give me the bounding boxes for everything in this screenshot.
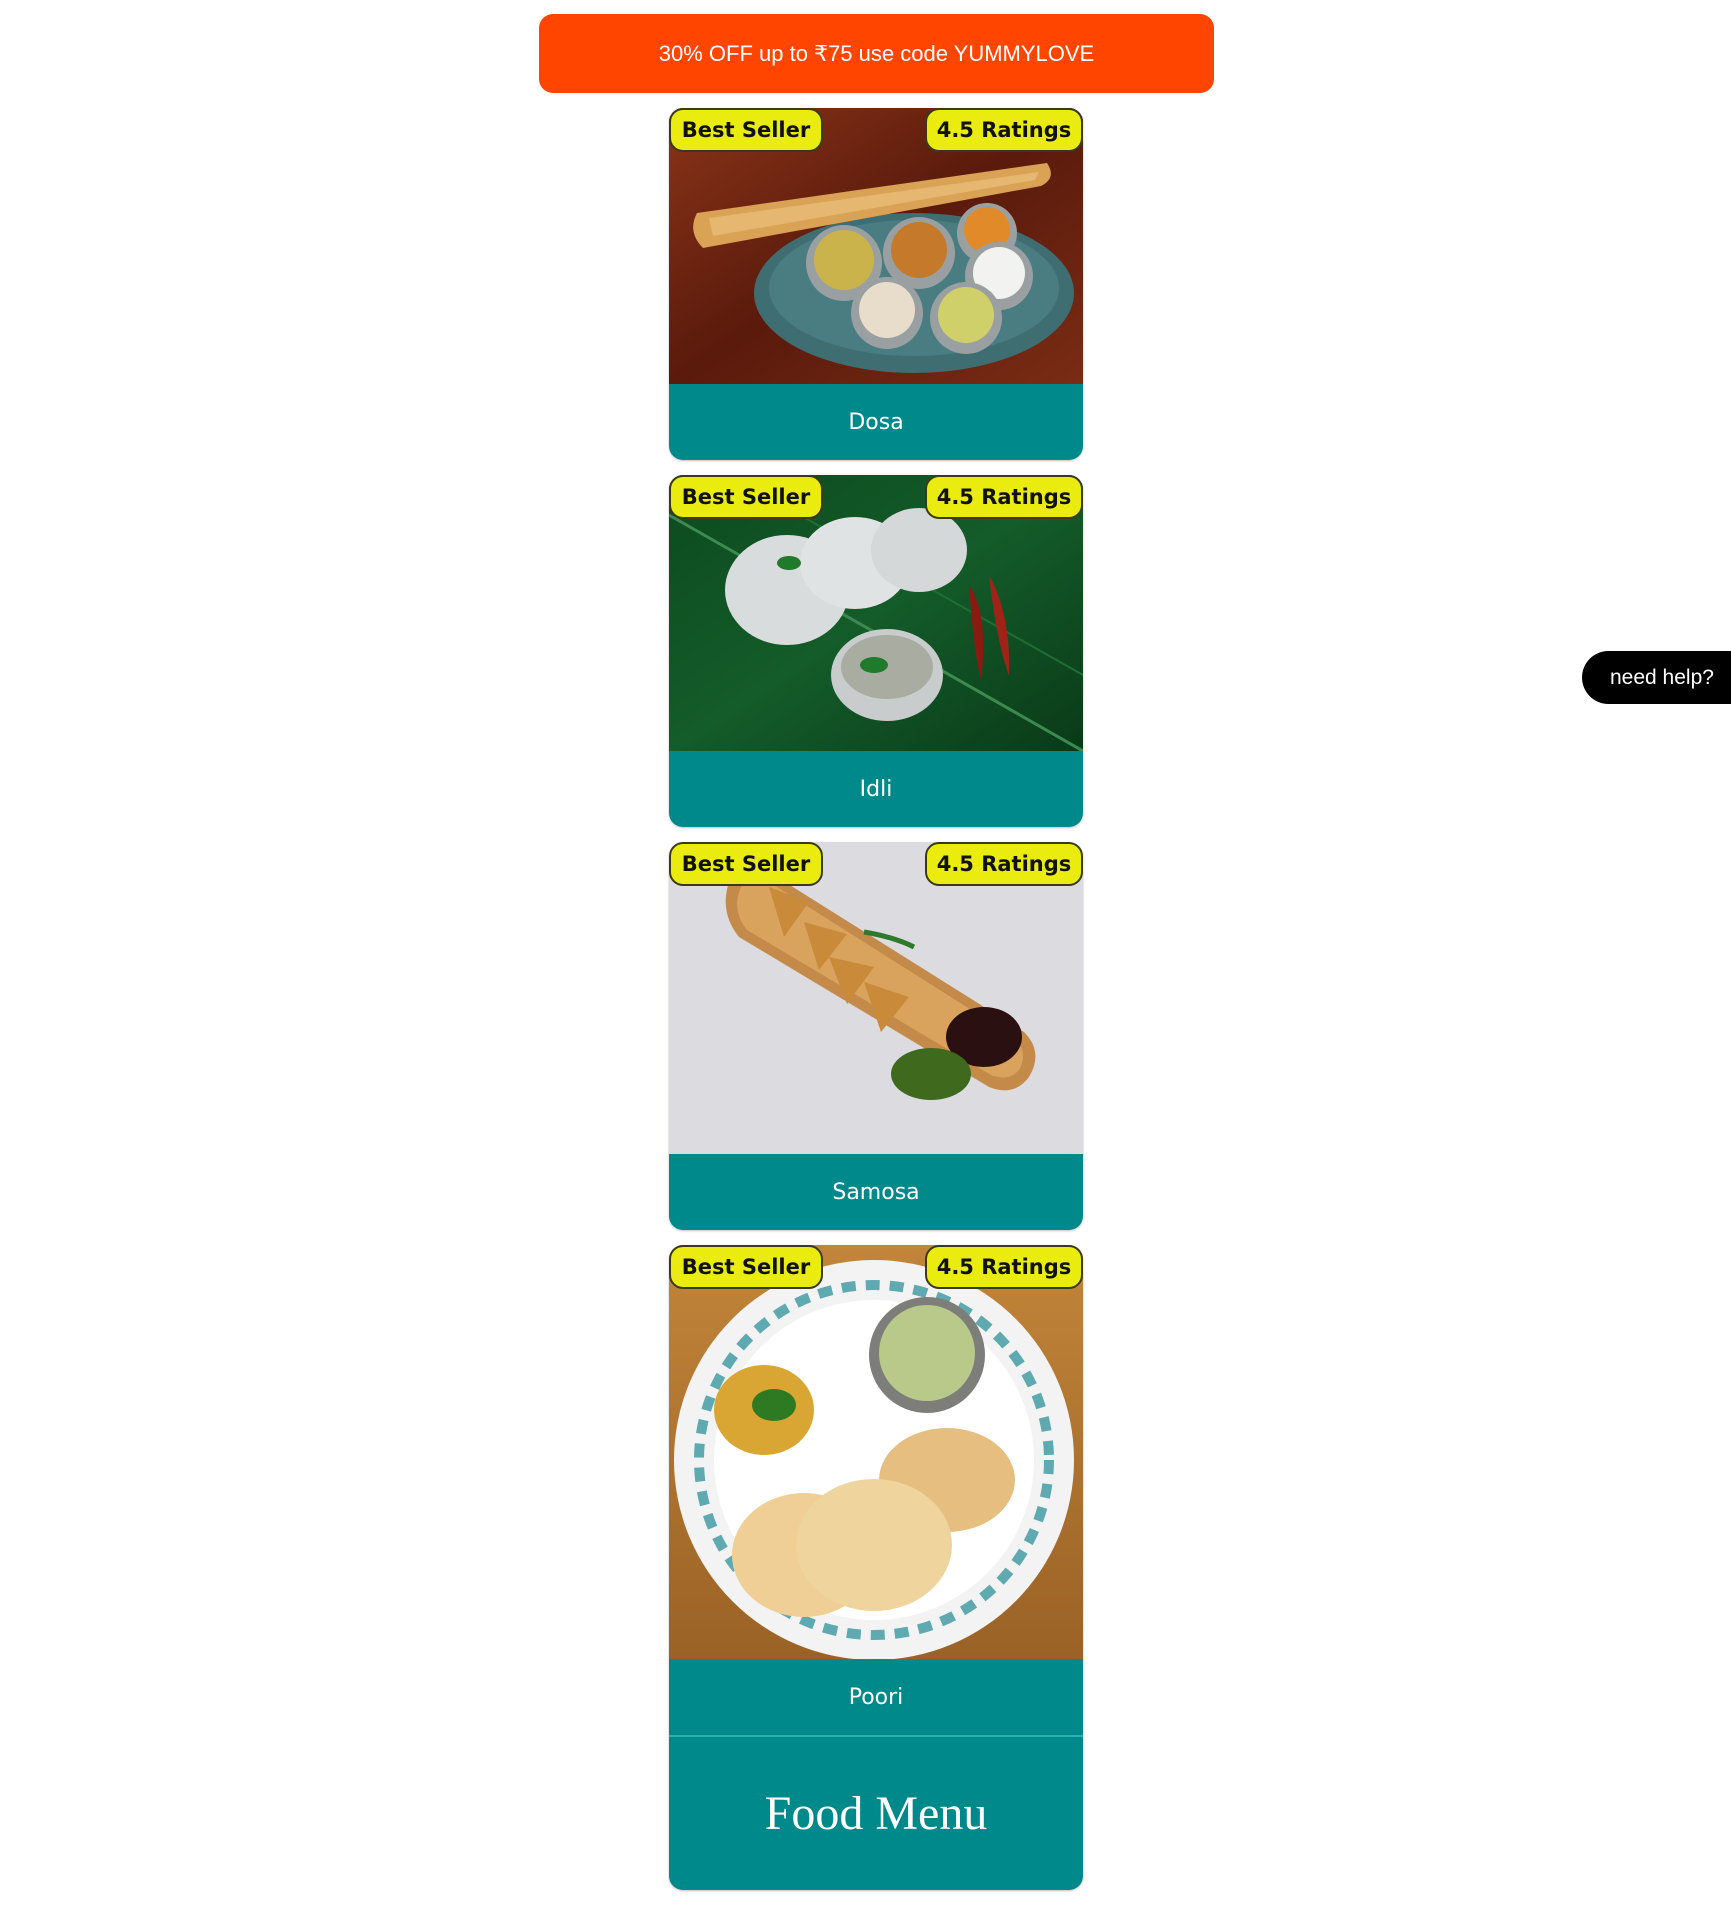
best-seller-badge: Best Seller	[669, 475, 823, 519]
food-menu-title: Food Menu	[764, 1786, 988, 1840]
best-seller-badge: Best Seller	[669, 108, 823, 152]
promo-banner[interactable]: 30% OFF up to ₹75 use code YUMMYLOVE	[539, 14, 1214, 93]
poori-image	[669, 1245, 1083, 1659]
rating-badge: 4.5 Ratings	[925, 475, 1083, 519]
food-name: Samosa	[832, 1179, 920, 1205]
promo-text: 30% OFF up to ₹75 use code YUMMYLOVE	[658, 40, 1095, 66]
food-name: Idli	[859, 776, 893, 802]
need-help-label: need help?	[1610, 665, 1714, 689]
food-name: Dosa	[848, 409, 904, 435]
food-menu-heading[interactable]: Food Menu	[669, 1735, 1083, 1889]
best-seller-badge: Best Seller	[669, 842, 823, 886]
need-help-button[interactable]: need help?	[1582, 651, 1731, 704]
food-card-poori[interactable]: Best Seller 4.5 Ratings Poori Food Menu	[669, 1245, 1083, 1890]
best-seller-badge: Best Seller	[669, 1245, 823, 1289]
food-card-samosa[interactable]: Best Seller 4.5 Ratings Samosa	[669, 842, 1083, 1230]
page: 30% OFF up to ₹75 use code YUMMYLOVE Bes…	[0, 0, 1731, 1905]
rating-badge: 4.5 Ratings	[925, 108, 1083, 152]
food-card-dosa[interactable]: Best Seller 4.5 Ratings Dosa	[669, 108, 1083, 460]
food-name: Poori	[848, 1684, 904, 1710]
food-card-idli[interactable]: Best Seller 4.5 Ratings Idli	[669, 475, 1083, 827]
samosa-image	[669, 842, 1083, 1154]
rating-badge: 4.5 Ratings	[925, 1245, 1083, 1289]
rating-badge: 4.5 Ratings	[925, 842, 1083, 886]
